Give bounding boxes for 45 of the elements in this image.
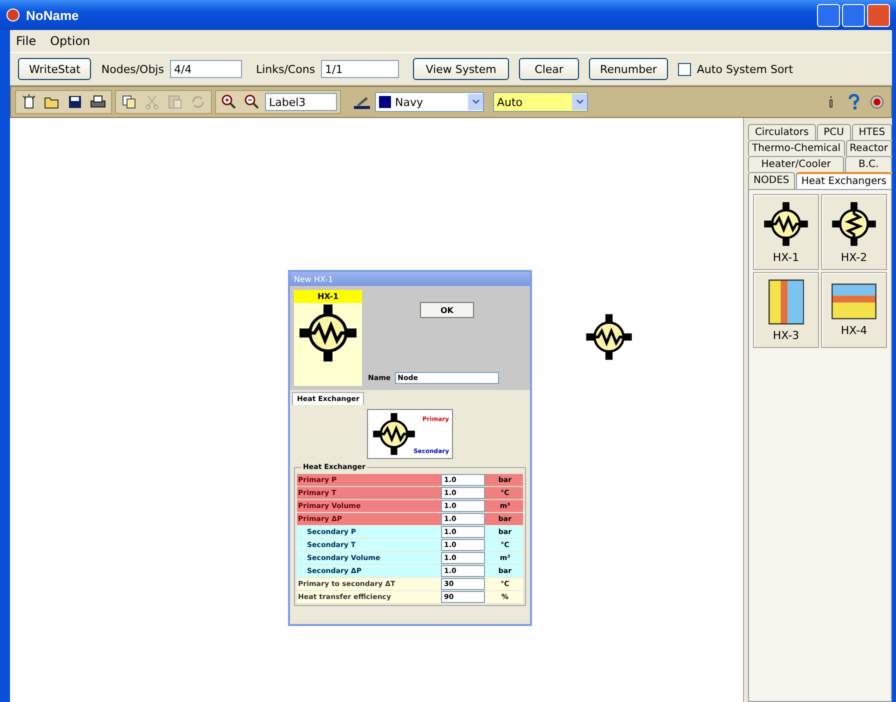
palette-tab[interactable]: Circulators <box>748 124 816 140</box>
heat-exchanger-node <box>585 313 633 361</box>
heat-exchanger-icon <box>763 200 809 246</box>
palette-tab[interactable]: NODES <box>748 172 795 189</box>
palette-tab[interactable]: HTES <box>852 124 892 140</box>
heat-exchanger-icon <box>768 278 804 324</box>
links-label: Links/Cons <box>256 62 316 76</box>
close-button[interactable] <box>867 4 890 26</box>
caret-icon[interactable] <box>572 94 587 110</box>
writestat-button[interactable]: WriteStat <box>18 58 92 80</box>
minimize-button[interactable] <box>817 4 840 26</box>
toolbar-button[interactable]: Renumber <box>589 58 668 80</box>
menu-item[interactable]: File <box>16 34 36 48</box>
window-title: NoName <box>26 8 79 22</box>
palette-item[interactable]: HX-3 <box>753 272 819 348</box>
palette-tab[interactable]: Reactor <box>846 140 892 156</box>
component-header: HX-1 <box>294 290 362 303</box>
mode-select[interactable]: Auto <box>493 92 588 112</box>
maximize-button[interactable] <box>842 4 865 26</box>
heat-exchanger-icon <box>831 200 877 246</box>
label-field[interactable]: Label3 <box>265 93 337 111</box>
heat-exchanger-icon <box>298 303 358 363</box>
color-select[interactable]: Navy <box>375 92 484 112</box>
palette-tab[interactable]: PCU <box>816 124 851 140</box>
palette-tab[interactable]: B.C. <box>845 156 892 172</box>
auto-sort-label: Auto System Sort <box>696 62 794 76</box>
menu-item[interactable]: Option <box>50 34 90 48</box>
heat-exchanger-icon <box>831 283 877 320</box>
toolbar-button[interactable]: Clear <box>519 58 580 80</box>
palette-tab[interactable]: Heat Exchangers <box>796 172 892 189</box>
palette-tab[interactable]: Thermo-Chemical <box>748 140 845 156</box>
palette-item[interactable]: HX-1 <box>753 194 819 270</box>
app-icon <box>6 8 20 22</box>
palette-tab[interactable]: Heater/Cooler <box>748 156 844 172</box>
heat-exchanger-drawing <box>372 412 416 456</box>
ok-button[interactable]: OK <box>420 302 474 318</box>
auto-sort-checkbox[interactable] <box>678 62 691 76</box>
palette-item[interactable]: HX-4 <box>821 272 887 348</box>
dialog-title: New HX-1 <box>290 272 530 286</box>
palette-item[interactable]: HX-2 <box>821 194 887 270</box>
toolbar-button[interactable]: View System <box>413 58 510 80</box>
nodes-label: Nodes/Objs <box>101 62 164 76</box>
nodes-field[interactable]: 4/4 <box>170 60 242 78</box>
caret-icon[interactable] <box>468 94 483 110</box>
links-field[interactable]: 1/1 <box>321 60 400 78</box>
